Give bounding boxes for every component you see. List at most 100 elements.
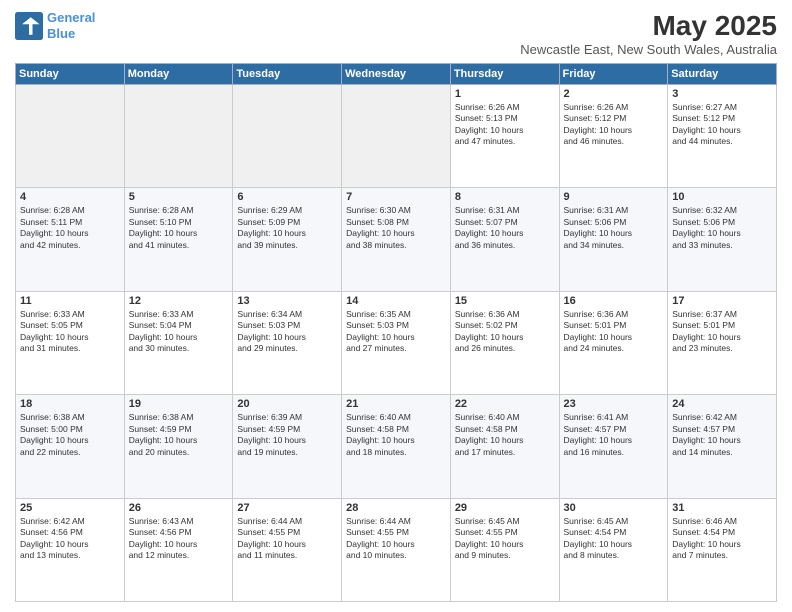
cell-info: Sunrise: 6:40 AMSunset: 4:58 PMDaylight:… — [346, 412, 446, 458]
calendar-cell: 28 Sunrise: 6:44 AMSunset: 4:55 PMDayligh… — [342, 498, 451, 601]
page: General Blue May 2025 Newcastle East, Ne… — [0, 0, 792, 612]
cell-info: Sunrise: 6:26 AMSunset: 5:13 PMDaylight:… — [455, 102, 555, 148]
calendar-cell: 5 Sunrise: 6:28 AMSunset: 5:10 PMDaylight… — [124, 188, 233, 291]
cell-info: Sunrise: 6:28 AMSunset: 5:11 PMDaylight:… — [20, 205, 120, 251]
day-number: 24 — [672, 398, 772, 410]
cell-info: Sunrise: 6:36 AMSunset: 5:01 PMDaylight:… — [564, 309, 664, 355]
weekday-header-saturday: Saturday — [668, 64, 777, 85]
calendar-table: SundayMondayTuesdayWednesdayThursdayFrid… — [15, 63, 777, 602]
weekday-header-sunday: Sunday — [16, 64, 125, 85]
cell-info: Sunrise: 6:37 AMSunset: 5:01 PMDaylight:… — [672, 309, 772, 355]
day-number: 1 — [455, 88, 555, 100]
calendar-cell: 27Sunrise: 6:44 AMSunset: 4:55 PMDayligh… — [233, 498, 342, 601]
day-number: 6 — [237, 191, 337, 203]
logo-icon — [15, 12, 43, 40]
weekday-header-thursday: Thursday — [450, 64, 559, 85]
cell-info: Sunrise: 6:45 AMSunset: 4:54 PMDaylight:… — [564, 516, 664, 562]
calendar-cell: 6Sunrise: 6:29 AMSunset: 5:09 PMDaylight… — [233, 188, 342, 291]
location: Newcastle East, New South Wales, Austral… — [520, 42, 777, 57]
day-number: 12 — [129, 295, 229, 307]
header: General Blue May 2025 Newcastle East, Ne… — [15, 10, 777, 57]
day-number: 26 — [129, 502, 229, 514]
calendar-cell: 1 Sunrise: 6:26 AMSunset: 5:13 PMDaylight… — [450, 85, 559, 188]
calendar-week-row: 11 Sunrise: 6:33 AMSunset: 5:05 PMDayligh… — [16, 291, 777, 394]
calendar-cell: 13Sunrise: 6:34 AMSunset: 5:03 PMDayligh… — [233, 291, 342, 394]
logo: General Blue — [15, 10, 95, 41]
calendar-cell: 24 Sunrise: 6:42 AMSunset: 4:57 PMDayligh… — [668, 395, 777, 498]
day-number: 17 — [672, 295, 772, 307]
calendar-cell: 8Sunrise: 6:31 AMSunset: 5:07 PMDaylight… — [450, 188, 559, 291]
calendar-cell: 26 Sunrise: 6:43 AMSunset: 4:56 PMDayligh… — [124, 498, 233, 601]
day-number: 3 — [672, 88, 772, 100]
calendar-cell: 14 Sunrise: 6:35 AMSunset: 5:03 PMDayligh… — [342, 291, 451, 394]
cell-info: Sunrise: 6:26 AMSunset: 5:12 PMDaylight:… — [564, 102, 664, 148]
calendar-cell: 30 Sunrise: 6:45 AMSunset: 4:54 PMDayligh… — [559, 498, 668, 601]
cell-info: Sunrise: 6:42 AMSunset: 4:57 PMDaylight:… — [672, 412, 772, 458]
day-number: 11 — [20, 295, 120, 307]
weekday-header-row: SundayMondayTuesdayWednesdayThursdayFrid… — [16, 64, 777, 85]
calendar-cell: 4Sunrise: 6:28 AMSunset: 5:11 PMDaylight… — [16, 188, 125, 291]
logo-text: General Blue — [47, 10, 95, 41]
cell-info: Sunrise: 6:33 AMSunset: 5:04 PMDaylight:… — [129, 309, 229, 355]
logo-line2: Blue — [47, 26, 75, 41]
day-number: 8 — [455, 191, 555, 203]
cell-info: Sunrise: 6:33 AMSunset: 5:05 PMDaylight:… — [20, 309, 120, 355]
calendar-cell: 21 Sunrise: 6:40 AMSunset: 4:58 PMDayligh… — [342, 395, 451, 498]
day-number: 9 — [564, 191, 664, 203]
day-number: 18 — [20, 398, 120, 410]
day-number: 19 — [129, 398, 229, 410]
calendar-cell: 23 Sunrise: 6:41 AMSunset: 4:57 PMDayligh… — [559, 395, 668, 498]
day-number: 31 — [672, 502, 772, 514]
day-number: 2 — [564, 88, 664, 100]
weekday-header-tuesday: Tuesday — [233, 64, 342, 85]
cell-info: Sunrise: 6:32 AMSunset: 5:06 PMDaylight:… — [672, 205, 772, 251]
calendar-week-row: 18Sunrise: 6:38 AMSunset: 5:00 PMDayligh… — [16, 395, 777, 498]
title-block: May 2025 Newcastle East, New South Wales… — [520, 10, 777, 57]
calendar-cell — [342, 85, 451, 188]
cell-info: Sunrise: 6:28 AMSunset: 5:10 PMDaylight:… — [129, 205, 229, 251]
cell-info: Sunrise: 6:35 AMSunset: 5:03 PMDaylight:… — [346, 309, 446, 355]
logo-line1: General — [47, 10, 95, 25]
day-number: 25 — [20, 502, 120, 514]
calendar-cell: 16Sunrise: 6:36 AMSunset: 5:01 PMDayligh… — [559, 291, 668, 394]
calendar-cell: 7Sunrise: 6:30 AMSunset: 5:08 PMDaylight… — [342, 188, 451, 291]
day-number: 29 — [455, 502, 555, 514]
calendar-cell: 12 Sunrise: 6:33 AMSunset: 5:04 PMDayligh… — [124, 291, 233, 394]
day-number: 23 — [564, 398, 664, 410]
calendar-cell: 3Sunrise: 6:27 AMSunset: 5:12 PMDaylight… — [668, 85, 777, 188]
calendar-cell — [233, 85, 342, 188]
cell-info: Sunrise: 6:31 AMSunset: 5:06 PMDaylight:… — [564, 205, 664, 251]
weekday-header-wednesday: Wednesday — [342, 64, 451, 85]
cell-info: Sunrise: 6:44 AMSunset: 4:55 PMDaylight:… — [346, 516, 446, 562]
day-number: 28 — [346, 502, 446, 514]
calendar-cell: 10 Sunrise: 6:32 AMSunset: 5:06 PMDayligh… — [668, 188, 777, 291]
month-title: May 2025 — [520, 10, 777, 42]
cell-info: Sunrise: 6:39 AMSunset: 4:59 PMDaylight:… — [237, 412, 337, 458]
day-number: 14 — [346, 295, 446, 307]
cell-info: Sunrise: 6:41 AMSunset: 4:57 PMDaylight:… — [564, 412, 664, 458]
cell-info: Sunrise: 6:46 AMSunset: 4:54 PMDaylight:… — [672, 516, 772, 562]
calendar-cell: 17 Sunrise: 6:37 AMSunset: 5:01 PMDayligh… — [668, 291, 777, 394]
cell-info: Sunrise: 6:43 AMSunset: 4:56 PMDaylight:… — [129, 516, 229, 562]
day-number: 30 — [564, 502, 664, 514]
calendar-cell: 29 Sunrise: 6:45 AMSunset: 4:55 PMDayligh… — [450, 498, 559, 601]
calendar-cell: 9 Sunrise: 6:31 AMSunset: 5:06 PMDaylight… — [559, 188, 668, 291]
day-number: 5 — [129, 191, 229, 203]
cell-info: Sunrise: 6:38 AMSunset: 4:59 PMDaylight:… — [129, 412, 229, 458]
calendar-cell — [124, 85, 233, 188]
day-number: 15 — [455, 295, 555, 307]
calendar-cell: 15 Sunrise: 6:36 AMSunset: 5:02 PMDayligh… — [450, 291, 559, 394]
calendar-cell: 18Sunrise: 6:38 AMSunset: 5:00 PMDayligh… — [16, 395, 125, 498]
weekday-header-monday: Monday — [124, 64, 233, 85]
day-number: 10 — [672, 191, 772, 203]
day-number: 27 — [237, 502, 337, 514]
day-number: 22 — [455, 398, 555, 410]
calendar-cell: 20Sunrise: 6:39 AMSunset: 4:59 PMDayligh… — [233, 395, 342, 498]
calendar-cell: 2 Sunrise: 6:26 AMSunset: 5:12 PMDaylight… — [559, 85, 668, 188]
day-number: 21 — [346, 398, 446, 410]
day-number: 7 — [346, 191, 446, 203]
cell-info: Sunrise: 6:45 AMSunset: 4:55 PMDaylight:… — [455, 516, 555, 562]
cell-info: Sunrise: 6:34 AMSunset: 5:03 PMDaylight:… — [237, 309, 337, 355]
calendar-cell: 31 Sunrise: 6:46 AMSunset: 4:54 PMDayligh… — [668, 498, 777, 601]
cell-info: Sunrise: 6:36 AMSunset: 5:02 PMDaylight:… — [455, 309, 555, 355]
